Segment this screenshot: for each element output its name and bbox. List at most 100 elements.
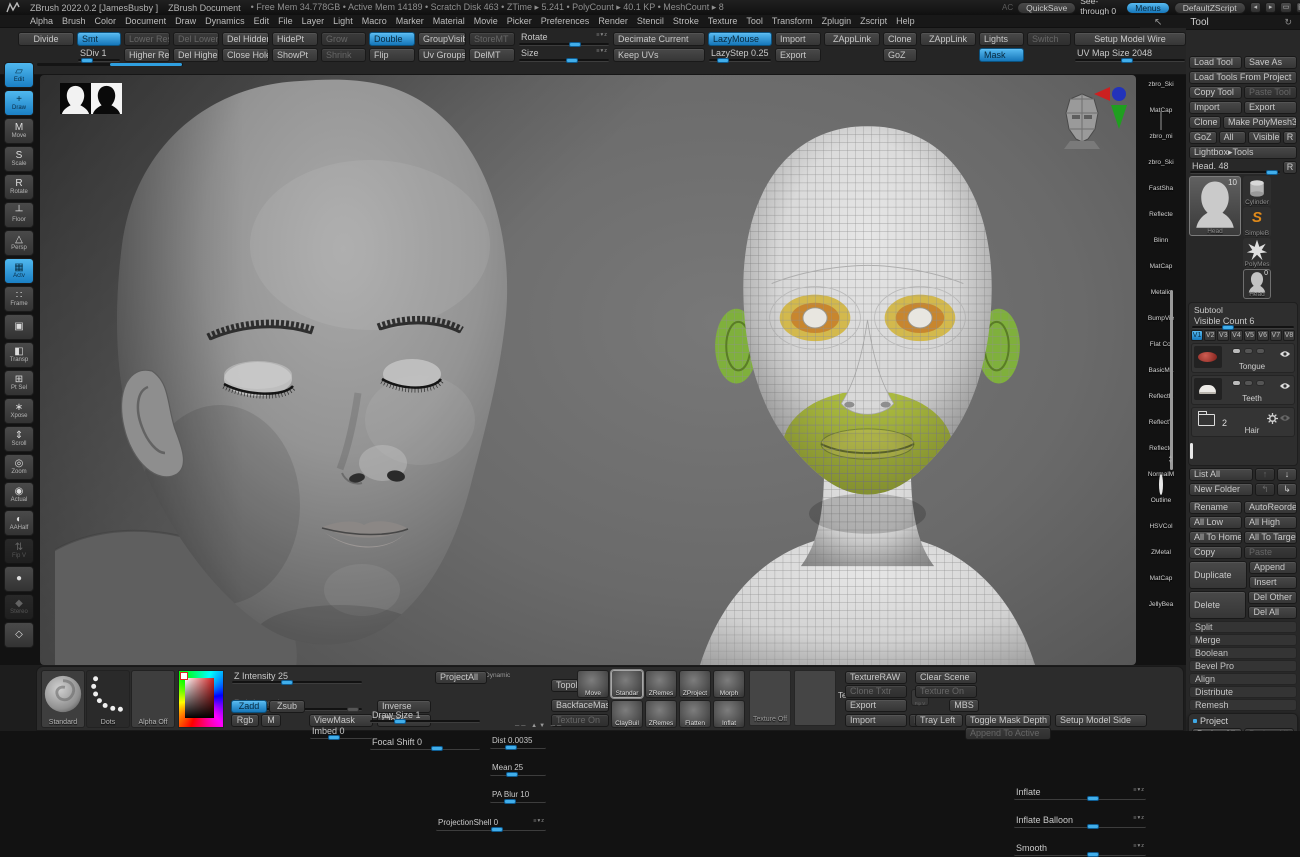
goz-tool-button[interactable]: GoZ xyxy=(1189,131,1217,144)
menu-item[interactable]: Zplugin xyxy=(822,16,852,26)
tray-divider-handle[interactable]: ── ▲▼ ── xyxy=(515,723,563,729)
menu-item[interactable]: File xyxy=(278,16,293,26)
left-toolbar-icon[interactable]: R Rotate xyxy=(4,174,34,200)
append-button[interactable]: Append xyxy=(1249,561,1297,574)
material-item[interactable]: MatCap xyxy=(1138,554,1184,582)
left-toolbar-icon[interactable]: ◎ Zoom xyxy=(4,454,34,480)
setup-model-wire-button[interactable]: Setup Model Wire xyxy=(1074,32,1186,46)
smt-button[interactable]: Smt xyxy=(77,32,121,46)
lazymouse-button[interactable]: LazyMouse xyxy=(708,32,772,46)
menu-item[interactable]: Render xyxy=(598,16,628,26)
material-item[interactable]: ReflectY xyxy=(1138,398,1184,426)
subtool-item-tongue[interactable]: Tongue xyxy=(1191,343,1295,373)
sculpted-head-model[interactable] xyxy=(55,75,525,665)
subtool-version-tab[interactable]: V2 xyxy=(1204,330,1217,341)
material-item[interactable]: Metalic xyxy=(1138,268,1184,296)
current-brush-thumbnail[interactable]: Standard xyxy=(41,670,85,728)
subtool-item-hair[interactable]: 2 Hair xyxy=(1191,407,1295,437)
subtool-title[interactable]: Subtool xyxy=(1191,305,1295,316)
left-toolbar-icon[interactable]: ◧ Transp xyxy=(4,342,34,368)
move-up-icon[interactable]: ↑ xyxy=(1255,468,1275,481)
append-to-active-button[interactable]: Append To Active xyxy=(965,727,1051,740)
material-item[interactable]: NormalM xyxy=(1138,450,1184,478)
back-arrow-icon[interactable]: ↖ xyxy=(1154,17,1162,28)
tool-thumb-polymesh-star[interactable]: PolyMes xyxy=(1243,238,1271,268)
brush-shortcut[interactable]: ZProject xyxy=(679,670,711,698)
visible-button[interactable]: Visible xyxy=(1248,131,1281,144)
subtool-item-teeth[interactable]: Teeth xyxy=(1191,375,1295,405)
lower-res-button[interactable]: Lower Res xyxy=(124,32,170,46)
projectall-button-shelf[interactable]: ProjectAll xyxy=(435,671,487,684)
import-tool-button[interactable]: Import xyxy=(1189,101,1242,114)
saturation-value-square[interactable] xyxy=(185,678,214,718)
menu-item[interactable]: Tool xyxy=(746,16,763,26)
left-toolbar-icon[interactable]: ∗ Xpose xyxy=(4,398,34,424)
left-toolbar-icon[interactable]: ┴ Floor xyxy=(4,202,34,228)
gear-icon[interactable] xyxy=(1267,413,1278,424)
left-toolbar-icon[interactable]: ▣ xyxy=(4,314,34,340)
zadd-button[interactable]: Zadd xyxy=(231,700,267,713)
showpt-button[interactable]: ShowPt xyxy=(272,48,318,62)
palette-section-header[interactable]: Align xyxy=(1189,673,1297,685)
imbed-slider[interactable]: Imbed 0 xyxy=(309,726,373,740)
eye-icon[interactable] xyxy=(1279,414,1291,422)
default-zscript-button[interactable]: DefaultZScript xyxy=(1173,1,1246,14)
axis-gizmo[interactable] xyxy=(1094,85,1134,131)
active-tool-thumbnail[interactable]: 10 Head xyxy=(1189,176,1241,236)
mask-button[interactable]: Mask xyxy=(979,48,1024,62)
delete-button[interactable]: Delete xyxy=(1189,591,1247,619)
insert-button[interactable]: Insert xyxy=(1249,576,1297,589)
zapplink-button[interactable]: ZAppLink xyxy=(824,32,880,46)
all-to-home-button[interactable]: All To Home xyxy=(1189,531,1242,544)
projectionshell-slider-shelf[interactable]: ProjectionShell 0 ≡▾z xyxy=(435,818,547,832)
menu-item[interactable]: Color xyxy=(95,16,117,26)
material-item[interactable]: ZMetal xyxy=(1138,528,1184,556)
brush-shortcut[interactable]: Flatten xyxy=(679,700,711,728)
material-item[interactable]: ReflectR xyxy=(1138,372,1184,400)
reference-thumbnails[interactable] xyxy=(60,83,122,114)
flip-button[interactable]: Flip xyxy=(369,48,415,62)
tool-thumb-cylinder[interactable]: Cylinder xyxy=(1243,176,1271,206)
color-picker[interactable] xyxy=(178,670,224,728)
palette-section-header[interactable]: Bevel Pro xyxy=(1189,660,1297,672)
higher-res-button[interactable]: Higher Res xyxy=(124,48,170,62)
subtool-version-tab[interactable]: V3 xyxy=(1217,330,1230,341)
autoreorder-button[interactable]: AutoReorder xyxy=(1244,501,1297,514)
texture-import-button[interactable]: Import xyxy=(845,714,907,727)
lazystep-slider[interactable]: LazyStep 0.25 xyxy=(708,48,772,63)
left-toolbar-icon[interactable]: ⇕ Scroll xyxy=(4,426,34,452)
material-item[interactable]: zbro_Ski xyxy=(1138,60,1184,88)
menu-item[interactable]: Layer xyxy=(302,16,325,26)
viewmask-button[interactable]: ViewMask xyxy=(309,714,373,727)
export-tool-button[interactable]: Export xyxy=(1244,101,1297,114)
subtool-toggles[interactable] xyxy=(1232,348,1265,354)
load-tool-button[interactable]: Load Tool xyxy=(1189,56,1242,69)
subtool-version-tab[interactable]: V5 xyxy=(1243,330,1256,341)
move-down-icon[interactable]: ↓ xyxy=(1277,468,1297,481)
material-item[interactable]: Reflecte xyxy=(1138,190,1184,218)
r-button[interactable]: R xyxy=(1283,131,1297,144)
materials-scrollbar[interactable] xyxy=(1170,290,1173,470)
left-toolbar-icon[interactable]: ▱ Edit xyxy=(4,62,34,88)
duplicate-button[interactable]: Duplicate xyxy=(1189,561,1247,589)
rename-button[interactable]: Rename xyxy=(1189,501,1242,514)
current-stroke-thumbnail[interactable]: Dots xyxy=(86,670,130,728)
texture-on-button-2[interactable]: Texture On xyxy=(915,685,977,698)
material-item[interactable]: MatCap xyxy=(1138,242,1184,270)
uv-groups-button[interactable]: Uv Groups xyxy=(418,48,466,62)
size-slider[interactable]: Size ≡▾z xyxy=(518,48,610,63)
menu-item[interactable]: Draw xyxy=(175,16,196,26)
palette-section-header[interactable]: Split xyxy=(1189,621,1297,633)
tray-left-button[interactable]: Tray Left xyxy=(915,714,963,727)
grow-button[interactable]: Grow xyxy=(321,32,366,46)
groupvisible-button[interactable]: GroupVisible xyxy=(418,32,466,46)
palette-section-header[interactable]: Merge xyxy=(1189,634,1297,646)
menu-item[interactable]: Document xyxy=(125,16,166,26)
r-button-2[interactable]: R xyxy=(1283,161,1297,174)
m-button[interactable]: M xyxy=(261,714,281,727)
menu-item[interactable]: Light xyxy=(333,16,353,26)
goz-button[interactable]: GoZ xyxy=(883,48,917,62)
backfacemask-button[interactable]: BackfaceMask xyxy=(551,699,609,712)
make-polymesh3d-button[interactable]: Make PolyMesh3D xyxy=(1223,116,1297,129)
keep-uvs-button[interactable]: Keep UVs xyxy=(613,48,705,62)
